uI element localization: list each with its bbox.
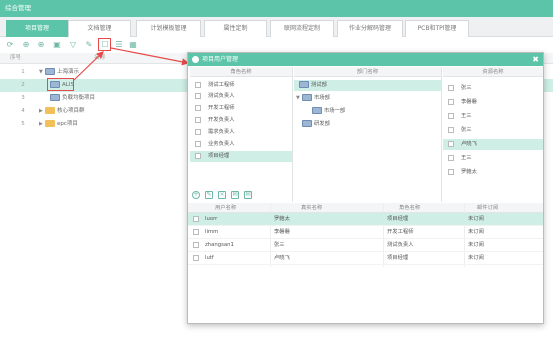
role-item[interactable]: 测试负责人: [190, 91, 292, 102]
list-icon[interactable]: ☰: [114, 40, 124, 50]
checkbox[interactable]: [448, 155, 454, 161]
department-icon: [299, 81, 309, 88]
add-child-icon[interactable]: ⊕: [36, 40, 46, 50]
user-row[interactable]: luorr 罗鲍太 项目经理 未订阅: [188, 213, 543, 226]
department-icon: [312, 107, 322, 114]
checkbox[interactable]: [193, 216, 199, 222]
mail-icon[interactable]: ✉: [231, 191, 239, 199]
edit-icon[interactable]: ✎: [84, 40, 94, 50]
tab-wbs-code[interactable]: 作业分解码管理: [337, 20, 403, 37]
checkbox[interactable]: [448, 85, 454, 91]
role-item[interactable]: 开发负责人: [190, 115, 292, 126]
checkbox[interactable]: [195, 93, 201, 99]
checkbox[interactable]: [193, 229, 199, 235]
resource-item[interactable]: 李磐磐: [443, 97, 543, 108]
folder-icon: [45, 120, 55, 127]
refresh-icon[interactable]: ⟳: [5, 40, 15, 50]
tab-plan-template[interactable]: 计划模板管理: [136, 20, 201, 37]
resources-panel: 资源名称 张三 李磐磐 王三 张三 卢晓飞 王三 罗鲍太: [443, 67, 543, 202]
folder-icon: [45, 68, 55, 75]
app-titlebar: 综合管理: [0, 0, 553, 17]
dept-item[interactable]: 研发部: [294, 119, 441, 130]
tree-node-label: 核心项目群: [57, 108, 85, 114]
toolbar: ⟳ ⊕ ⊕ ▣ ▽ ✎ ☐ ☰ ▦: [0, 38, 553, 53]
add-icon[interactable]: +: [192, 191, 200, 199]
checkbox[interactable]: [448, 113, 454, 119]
tab-project-management[interactable]: 项目管理: [6, 20, 68, 37]
delete-icon[interactable]: ▣: [52, 40, 62, 50]
resource-item[interactable]: 王三: [443, 111, 543, 122]
main-tabs: 项目管理 文档管理 计划模板管理 属性定制 联网流程定制 作业分解码管理 PCB…: [0, 17, 553, 37]
delete-icon[interactable]: ×: [218, 191, 226, 199]
checkbox[interactable]: [448, 127, 454, 133]
dept-item[interactable]: 市场一部: [294, 106, 441, 117]
tree-node-label: 负载均衡项目: [62, 95, 96, 101]
roles-panel: 角色名称 测试工程师 测试负责人 开发工程师 开发负责人 需求负责人 业务负责人…: [190, 67, 293, 202]
checkbox[interactable]: [195, 141, 201, 147]
user-row[interactable]: zhangsan1 张三 测试负责人 未订阅: [188, 239, 543, 252]
dept-item[interactable]: ▼ 市场部: [294, 93, 441, 104]
user-row[interactable]: limm 李磐磐 开发工程师 未订阅: [188, 226, 543, 239]
tab-document-management[interactable]: 文档管理: [68, 20, 131, 37]
project-user-dialog: 项目用户管理 ✖ 角色名称 测试工程师 测试负责人 开发工程师 开发负责人 需求…: [187, 52, 544, 324]
row-highlight: [47, 78, 74, 91]
checkbox[interactable]: [448, 99, 454, 105]
resource-item[interactable]: 张三: [443, 125, 543, 136]
role-item[interactable]: 业务负责人: [190, 139, 292, 150]
close-icon[interactable]: ✖: [532, 53, 539, 66]
checkbox[interactable]: [195, 105, 201, 111]
tab-workflow-custom[interactable]: 联网流程定制: [270, 20, 334, 37]
departments-header: 部门名称: [294, 67, 441, 77]
role-item[interactable]: 开发工程师: [190, 103, 292, 114]
checkbox[interactable]: [195, 117, 201, 123]
user-row[interactable]: lutf 卢晓飞 项目经理 未订阅: [188, 252, 543, 265]
edit-icon[interactable]: ✎: [205, 191, 213, 199]
resource-item[interactable]: 王三: [443, 153, 543, 164]
user-icon: [192, 56, 199, 63]
checkbox[interactable]: [193, 255, 199, 261]
departments-panel: 部门名称 测试部 ▼ 市场部 市场一部 研发部: [294, 67, 442, 202]
toolbar-highlight: [98, 38, 111, 51]
resource-item[interactable]: 张三: [443, 83, 543, 94]
folder-icon: [45, 107, 55, 114]
checkbox[interactable]: [195, 153, 201, 159]
tab-attribute-custom[interactable]: 属性定制: [204, 20, 267, 37]
checkbox[interactable]: [193, 242, 199, 248]
project-icon: [50, 94, 60, 101]
checkbox[interactable]: [195, 82, 201, 88]
role-item[interactable]: 项目经理: [190, 151, 292, 162]
header-name: 名称: [94, 55, 106, 61]
role-item[interactable]: 测试工程师: [190, 80, 292, 91]
filter-icon[interactable]: ▽: [68, 40, 78, 50]
role-item[interactable]: 需求负责人: [190, 127, 292, 138]
dept-item[interactable]: 测试部: [294, 80, 441, 91]
resource-item[interactable]: 卢晓飞: [443, 139, 543, 150]
header-seq: 序号: [10, 55, 22, 61]
tree-node-label: epc项目: [57, 121, 78, 127]
department-icon: [302, 94, 312, 101]
tab-pcb-tpl[interactable]: PCB和TPl管理: [405, 20, 469, 37]
grid-icon[interactable]: ▦: [128, 40, 138, 50]
checkbox[interactable]: [448, 169, 454, 175]
app-title: 综合管理: [5, 4, 31, 12]
checkbox[interactable]: [448, 141, 454, 147]
roles-header: 角色名称: [190, 67, 292, 77]
department-icon: [302, 120, 312, 127]
dialog-titlebar: 项目用户管理 ✖: [188, 53, 543, 66]
tree-node-label: 上海演示: [57, 69, 80, 75]
user-grid-header: 用户名称 真实名称 角色名称 邮件订阅: [188, 203, 543, 213]
dialog-title: 项目用户管理: [202, 56, 239, 63]
checkbox[interactable]: [195, 129, 201, 135]
unsubscribe-mail-icon[interactable]: ✉: [244, 191, 252, 199]
resources-header: 资源名称: [443, 67, 543, 77]
add-icon[interactable]: ⊕: [21, 40, 31, 50]
resource-item[interactable]: 罗鲍太: [443, 167, 543, 178]
